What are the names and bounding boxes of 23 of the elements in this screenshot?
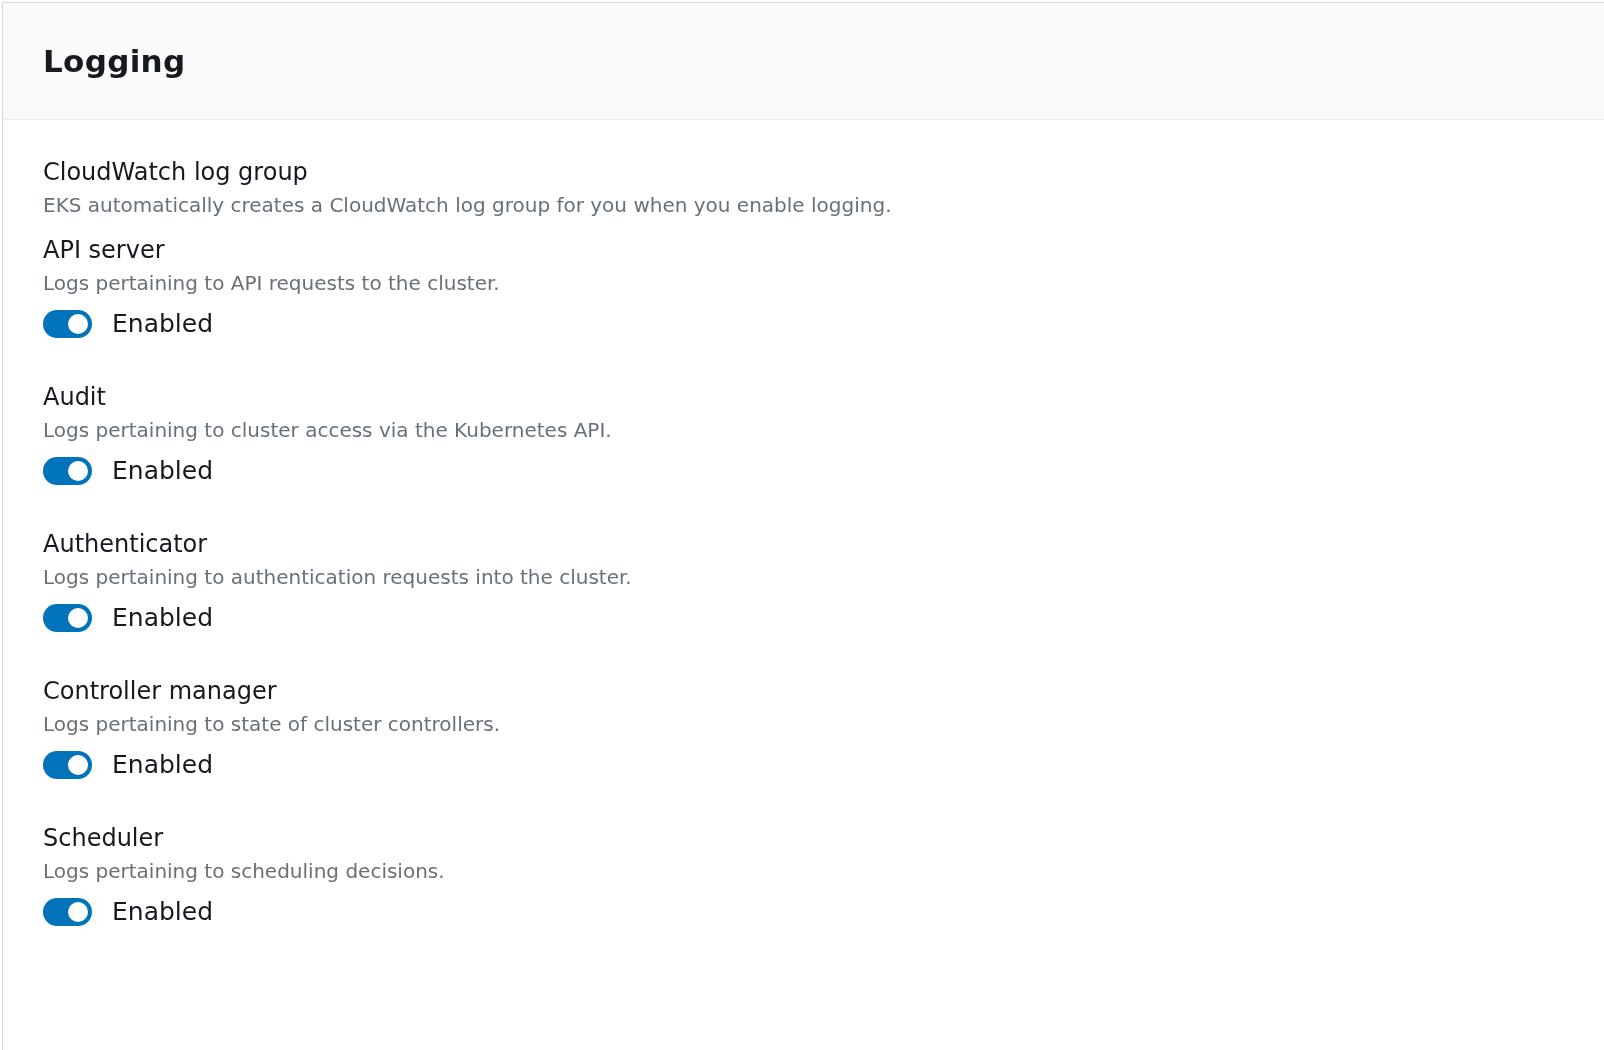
toggle-label: Enabled xyxy=(112,309,214,338)
toggle-switch[interactable] xyxy=(43,897,92,926)
log-type-title: Audit xyxy=(43,382,107,413)
log-type-title: API server xyxy=(43,235,166,266)
log-type-title: Scheduler xyxy=(43,823,165,854)
toggle-label: Enabled xyxy=(112,897,214,926)
section-description: EKS automatically creates a CloudWatch log group for you when you enable logging. xyxy=(43,192,893,219)
toggle-switch[interactable] xyxy=(43,750,92,779)
log-type-description: Logs pertaining to authentication requests into the cluster. xyxy=(43,564,633,591)
log-type-title: Authenticator xyxy=(43,529,209,560)
panel-title: Logging xyxy=(43,43,186,79)
toggle-switch[interactable] xyxy=(43,456,92,485)
toggle-label: Enabled xyxy=(112,456,214,485)
toggle-label: Enabled xyxy=(112,750,214,779)
toggle-switch[interactable] xyxy=(43,603,92,632)
log-type-title: Controller manager xyxy=(43,676,278,707)
section-title: CloudWatch log group xyxy=(43,157,309,188)
toggle-label: Enabled xyxy=(112,603,214,632)
log-type-description: Logs pertaining to scheduling decisions. xyxy=(43,858,446,885)
log-type-description: Logs pertaining to cluster access via the Kubernetes API. xyxy=(43,417,613,444)
toggle-switch[interactable] xyxy=(43,309,92,338)
log-type-description: Logs pertaining to state of cluster controllers. xyxy=(43,711,501,738)
log-type-description: Logs pertaining to API requests to the cluster. xyxy=(43,270,501,297)
